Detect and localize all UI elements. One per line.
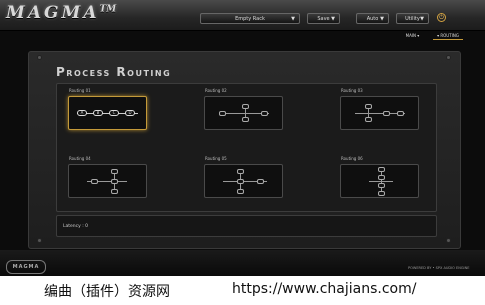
power-icon[interactable]: ⏻ [437,13,446,22]
node-c: C [109,110,119,116]
node-a [378,167,385,172]
node-c [378,183,385,188]
banner-url: https://www.chajians.com/ [232,281,417,297]
banner-site-name: 编曲（插件）资源网 [44,284,170,300]
save-label: Save [317,16,330,22]
node-c [383,111,390,116]
routing-02-box[interactable] [204,96,283,130]
screw-icon [37,238,42,243]
save-button[interactable]: Save ▼ [307,13,340,24]
chevron-down-icon: ▼ [291,16,295,22]
node-b [378,175,385,180]
routing-label: Routing 06 [341,156,363,161]
routing-label: Routing 03 [341,88,363,93]
node-b [111,169,118,174]
footer-logo: MAGMA [6,260,46,274]
tab-main-label: MAIN [405,33,417,38]
node-a [237,169,244,174]
node-d [378,191,385,196]
node-b [237,179,244,184]
routing-label: Routing 01 [69,88,91,93]
node-b: B [93,110,103,116]
watermark-banner: 编曲（插件）资源网 https://www.chajians.com/ [0,276,485,305]
routing-01-box[interactable]: A B C D [68,96,147,130]
node-c [237,189,244,194]
page-title: Process Routing [56,65,172,79]
node-d [397,111,404,116]
latency-label: Latency : 0 [63,224,89,229]
node-d [261,111,268,116]
chevron-down-icon: ▼ [331,16,335,22]
utility-label: Utility [405,16,420,22]
node-d [257,179,264,184]
tab-routing[interactable]: ▾ ROUTING [433,32,463,40]
routing-05-box[interactable] [204,164,283,198]
chevron-down-icon: ▼ [380,16,384,22]
utility-button[interactable]: Utility ▼ [396,13,429,24]
routing-label: Routing 04 [69,156,91,161]
node-d: D [125,110,135,116]
footer-bar [0,250,485,276]
auto-label: Auto [366,16,379,22]
screw-icon [446,55,451,60]
preset-select[interactable]: Empty Rack ▼ [200,13,300,24]
routing-label: Routing 02 [205,88,227,93]
tab-main[interactable]: MAIN ▾ [402,32,423,39]
chevron-down-icon: ▼ [420,16,424,22]
preset-select-value: Empty Rack [235,16,265,22]
powered-by-text: POWERED BY • SPX AUDIO ENGINE [408,266,470,270]
screw-icon [37,55,42,60]
routing-06-box[interactable] [340,164,419,198]
node-c [242,117,249,122]
latency-panel: Latency : 0 [56,215,437,237]
tab-routing-label: ROUTING [440,33,459,38]
node-a [365,104,372,109]
node-d [111,189,118,194]
node-a [219,111,226,116]
routing-04-box[interactable] [68,164,147,198]
node-c [111,179,118,184]
node-a: A [77,110,87,116]
node-b [242,104,249,109]
node-b [365,117,372,122]
auto-button[interactable]: Auto ▼ [356,13,389,24]
magma-logo: MAGMATM [6,3,117,23]
screw-icon [446,238,451,243]
routing-03-box[interactable] [340,96,419,130]
routing-label: Routing 05 [205,156,227,161]
node-a [91,179,98,184]
